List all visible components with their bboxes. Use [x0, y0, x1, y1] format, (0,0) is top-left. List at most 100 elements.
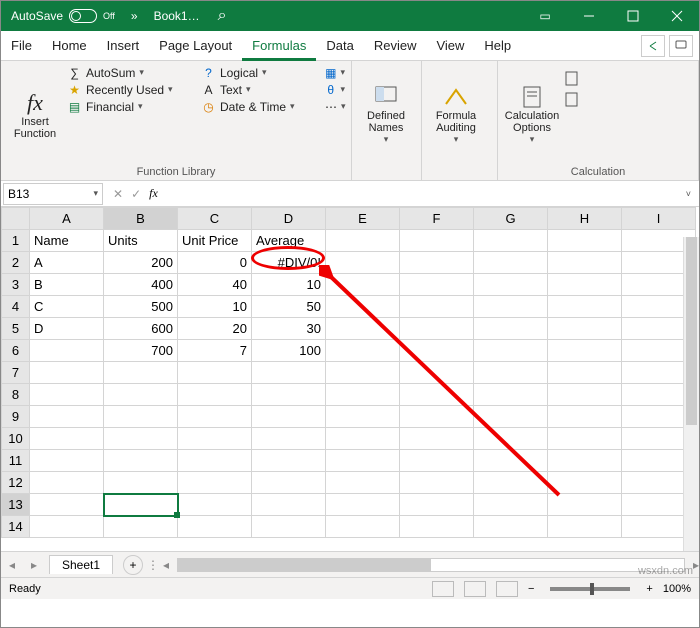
row-header-4[interactable]: 4: [2, 296, 30, 318]
cell-D5[interactable]: 30: [252, 318, 326, 340]
col-header-E[interactable]: E: [326, 208, 400, 230]
cell-C11[interactable]: [178, 450, 252, 472]
col-header-A[interactable]: A: [30, 208, 104, 230]
cell-E7[interactable]: [326, 362, 400, 384]
col-header-G[interactable]: G: [474, 208, 548, 230]
tab-insert[interactable]: Insert: [97, 31, 150, 61]
cell-H2[interactable]: [548, 252, 622, 274]
col-header-B[interactable]: B: [104, 208, 178, 230]
cell-H13[interactable]: [548, 494, 622, 516]
zoom-slider[interactable]: [550, 587, 630, 591]
view-page-layout-button[interactable]: [464, 581, 486, 597]
row-header-6[interactable]: 6: [2, 340, 30, 362]
cell-A12[interactable]: [30, 472, 104, 494]
formula-auditing-button[interactable]: Formula Auditing: [428, 65, 484, 164]
cell-D7[interactable]: [252, 362, 326, 384]
cell-G2[interactable]: [474, 252, 548, 274]
cell-B7[interactable]: [104, 362, 178, 384]
recently-used-button[interactable]: ★Recently Used: [67, 82, 197, 97]
cell-H7[interactable]: [548, 362, 622, 384]
cell-A7[interactable]: [30, 362, 104, 384]
cell-B1[interactable]: Units: [104, 230, 178, 252]
cell-D10[interactable]: [252, 428, 326, 450]
maximize-button[interactable]: [611, 1, 655, 31]
cell-D11[interactable]: [252, 450, 326, 472]
cell-E3[interactable]: [326, 274, 400, 296]
cell-F9[interactable]: [400, 406, 474, 428]
cell-C5[interactable]: 20: [178, 318, 252, 340]
cell-C7[interactable]: [178, 362, 252, 384]
row-header-9[interactable]: 9: [2, 406, 30, 428]
cell-C4[interactable]: 10: [178, 296, 252, 318]
cell-D2[interactable]: #DIV/0!: [252, 252, 326, 274]
cell-G12[interactable]: [474, 472, 548, 494]
cell-D9[interactable]: [252, 406, 326, 428]
cell-B6[interactable]: 700: [104, 340, 178, 362]
cell-F8[interactable]: [400, 384, 474, 406]
sheet-tab-sheet1[interactable]: Sheet1: [49, 555, 113, 574]
cell-D14[interactable]: [252, 516, 326, 538]
cell-B12[interactable]: [104, 472, 178, 494]
cell-C10[interactable]: [178, 428, 252, 450]
cell-C12[interactable]: [178, 472, 252, 494]
col-header-C[interactable]: C: [178, 208, 252, 230]
document-title[interactable]: Book1…: [154, 9, 200, 23]
tab-page-layout[interactable]: Page Layout: [149, 31, 242, 61]
cell-A14[interactable]: [30, 516, 104, 538]
share-button[interactable]: [641, 35, 665, 57]
enter-icon[interactable]: ✓: [131, 187, 141, 201]
cell-G6[interactable]: [474, 340, 548, 362]
insert-function-button[interactable]: fx Insert Function: [7, 65, 63, 164]
row-header-10[interactable]: 10: [2, 428, 30, 450]
ribbon-display-icon[interactable]: ▭: [523, 9, 567, 23]
cell-A11[interactable]: [30, 450, 104, 472]
row-header-8[interactable]: 8: [2, 384, 30, 406]
cell-G9[interactable]: [474, 406, 548, 428]
tab-file[interactable]: File: [1, 31, 42, 61]
col-header-F[interactable]: F: [400, 208, 474, 230]
cell-H3[interactable]: [548, 274, 622, 296]
calc-now-icon[interactable]: [564, 71, 579, 86]
cell-C9[interactable]: [178, 406, 252, 428]
tab-data[interactable]: Data: [316, 31, 363, 61]
cell-A5[interactable]: D: [30, 318, 104, 340]
search-icon[interactable]: ⌕: [218, 7, 227, 25]
horizontal-scrollbar[interactable]: [177, 558, 685, 572]
cell-F13[interactable]: [400, 494, 474, 516]
cell-B4[interactable]: 500: [104, 296, 178, 318]
row-header-3[interactable]: 3: [2, 274, 30, 296]
tab-formulas[interactable]: Formulas: [242, 31, 316, 61]
cell-B5[interactable]: 600: [104, 318, 178, 340]
cell-F14[interactable]: [400, 516, 474, 538]
defined-names-button[interactable]: Defined Names: [358, 65, 414, 164]
tab-home[interactable]: Home: [42, 31, 97, 61]
cell-C1[interactable]: Unit Price: [178, 230, 252, 252]
cell-H14[interactable]: [548, 516, 622, 538]
cell-H1[interactable]: [548, 230, 622, 252]
math-button[interactable]: θ: [325, 82, 345, 97]
cell-B2[interactable]: 200: [104, 252, 178, 274]
cell-E11[interactable]: [326, 450, 400, 472]
cell-H11[interactable]: [548, 450, 622, 472]
cell-G10[interactable]: [474, 428, 548, 450]
financial-button[interactable]: ▤Financial: [67, 99, 197, 114]
cell-F4[interactable]: [400, 296, 474, 318]
cell-A4[interactable]: C: [30, 296, 104, 318]
row-header-14[interactable]: 14: [2, 516, 30, 538]
cell-E1[interactable]: [326, 230, 400, 252]
cancel-icon[interactable]: ✕: [113, 187, 123, 201]
cell-D6[interactable]: 100: [252, 340, 326, 362]
cell-B13[interactable]: [104, 494, 178, 516]
zoom-in-button[interactable]: +: [646, 583, 652, 595]
row-header-2[interactable]: 2: [2, 252, 30, 274]
fx-icon[interactable]: fx: [149, 186, 158, 201]
cell-G1[interactable]: [474, 230, 548, 252]
cell-C6[interactable]: 7: [178, 340, 252, 362]
tab-review[interactable]: Review: [364, 31, 427, 61]
cell-B8[interactable]: [104, 384, 178, 406]
minimize-button[interactable]: [567, 1, 611, 31]
cell-G14[interactable]: [474, 516, 548, 538]
new-sheet-button[interactable]: +: [123, 555, 143, 575]
row-header-12[interactable]: 12: [2, 472, 30, 494]
sheet-nav-prev[interactable]: ◂: [1, 558, 23, 572]
